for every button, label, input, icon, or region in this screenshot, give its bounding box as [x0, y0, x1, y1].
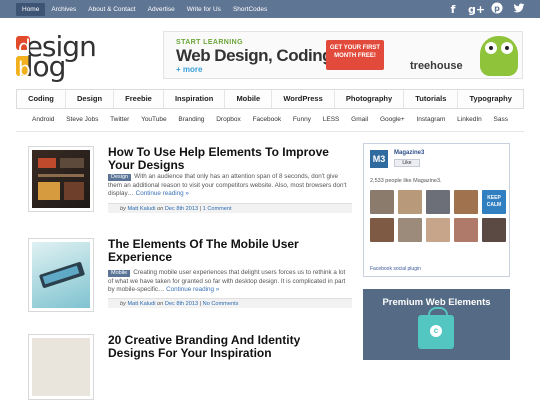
ad-kicker: START LEARNING	[176, 39, 243, 46]
post-thumbnail-image	[32, 338, 90, 396]
fan-avatar[interactable]	[370, 190, 394, 214]
tag-twitter[interactable]: Twitter	[110, 114, 129, 128]
post-thumbnail[interactable]	[28, 238, 94, 312]
tag-menu: Android Steve Jobs Twitter YouTube Brand…	[16, 114, 524, 128]
premium-web-elements-widget[interactable]: Premium Web Elements c	[363, 289, 510, 360]
facebook-like-button[interactable]: Like	[394, 159, 420, 167]
fan-avatar[interactable]	[454, 218, 478, 242]
treehouse-ad-banner[interactable]: START LEARNING Web Design, Coding + more…	[163, 31, 523, 79]
fan-avatar[interactable]	[426, 190, 450, 214]
nav-write-for-us[interactable]: Write for Us	[181, 3, 227, 16]
nav-home[interactable]: Home	[16, 3, 46, 16]
post-author-link[interactable]: Matt Kaludi	[127, 206, 155, 212]
post-title[interactable]: 20 Creative Branding And Identity Design…	[108, 334, 348, 360]
tag-gmail[interactable]: Gmail	[351, 114, 368, 128]
shopping-bag-icon: c	[418, 307, 454, 349]
cat-inspiration[interactable]: Inspiration	[164, 90, 226, 108]
fan-avatar[interactable]	[426, 218, 450, 242]
fan-avatar[interactable]	[398, 190, 422, 214]
cat-coding[interactable]: Coding	[17, 90, 66, 108]
post-title[interactable]: How To Use Help Elements To Improve Your…	[108, 146, 348, 172]
tag-youtube[interactable]: YouTube	[141, 114, 167, 128]
cat-design[interactable]: Design	[66, 90, 115, 108]
svg-text:p: p	[494, 4, 500, 13]
facebook-page-name[interactable]: Magazine3	[394, 150, 424, 156]
post-thumbnail-image	[32, 242, 90, 308]
post-thumbnail[interactable]	[28, 334, 94, 400]
post-item: How To Use Help Elements To Improve Your…	[28, 146, 352, 216]
googleplus-icon[interactable]: g+	[468, 3, 485, 17]
pinterest-icon[interactable]: p	[490, 2, 504, 18]
ad-brand: treehouse	[410, 60, 463, 72]
post-category-badge[interactable]: Mobile	[108, 270, 131, 277]
tag-less[interactable]: LESS	[323, 114, 340, 128]
tag-android[interactable]: Android	[32, 114, 54, 128]
post-date-link[interactable]: Dec 8th 2013	[165, 206, 198, 212]
tag-facebook[interactable]: Facebook	[253, 114, 282, 128]
cat-tutorials[interactable]: Tutorials	[404, 90, 459, 108]
post-item: 20 Creative Branding And Identity Design…	[28, 334, 348, 400]
post-title[interactable]: The Elements Of The Mobile User Experien…	[108, 238, 348, 264]
nav-archives[interactable]: Archives	[45, 3, 82, 16]
top-navigation-bar: Home Archives About & Contact Advertise …	[0, 0, 540, 18]
tag-dropbox[interactable]: Dropbox	[216, 114, 241, 128]
cat-typography[interactable]: Typography	[458, 90, 523, 108]
facebook-social-plugin-label[interactable]: Facebook social plugin	[370, 266, 421, 272]
post-thumbnail[interactable]	[28, 146, 94, 212]
tag-linkedin[interactable]: LinkedIn	[457, 114, 482, 128]
frog-mascot-icon	[480, 36, 518, 76]
logo-line2: blog	[18, 50, 66, 83]
cat-wordpress[interactable]: WordPress	[272, 90, 335, 108]
post-category-badge[interactable]: Design	[108, 174, 132, 181]
nav-advertise[interactable]: Advertise	[142, 3, 181, 16]
post-excerpt: Mobile Creating mobile user experiences t…	[108, 269, 346, 294]
tag-google-plus[interactable]: Google+	[380, 114, 405, 128]
cat-photography[interactable]: Photography	[335, 90, 405, 108]
post-comments-link[interactable]: No Comments	[203, 301, 239, 307]
tag-sass[interactable]: Sass	[494, 114, 508, 128]
continue-reading-link[interactable]: Continue reading »	[166, 286, 219, 293]
top-nav-links: Home Archives About & Contact Advertise …	[16, 3, 273, 16]
facebook-faces-grid: KEEP CALM	[370, 190, 506, 242]
category-menu: Coding Design Freebie Inspiration Mobile…	[16, 89, 524, 109]
post-author-link[interactable]: Matt Kaludi	[127, 301, 155, 307]
ad-sub: + more	[176, 65, 203, 74]
post-comments-link[interactable]: 1 Comment	[203, 206, 232, 212]
facebook-like-count: 2,533 people like Magazine3.	[370, 178, 442, 184]
nav-shortcodes[interactable]: ShortCodes	[227, 3, 273, 16]
post-meta: by Matt Kaludi on Dec 8th 2013 | No Comm…	[108, 298, 352, 308]
fan-avatar[interactable]	[454, 190, 478, 214]
tag-funny[interactable]: Funny	[293, 114, 311, 128]
post-thumbnail-image	[32, 150, 90, 208]
cat-mobile[interactable]: Mobile	[225, 90, 273, 108]
divider	[16, 131, 524, 132]
fan-avatar[interactable]	[370, 218, 394, 242]
ad-headline: Web Design, Coding	[176, 46, 332, 65]
post-item: The Elements Of The Mobile User Experien…	[28, 238, 352, 312]
twitter-icon[interactable]	[512, 3, 526, 18]
tag-branding[interactable]: Branding	[178, 114, 204, 128]
nav-about-contact[interactable]: About & Contact	[82, 3, 141, 16]
facebook-like-box: M3 Magazine3 Like 2,533 people like Maga…	[363, 143, 510, 277]
post-meta: by Matt Kaludi on Dec 8th 2013 | 1 Comme…	[108, 203, 352, 213]
fan-avatar[interactable]	[482, 218, 506, 242]
fan-avatar[interactable]	[398, 218, 422, 242]
tag-instagram[interactable]: Instagram	[416, 114, 445, 128]
ad-cta-button[interactable]: GET YOUR FIRST MONTH FREE!	[326, 40, 384, 70]
social-icons: f g+ p	[446, 2, 526, 18]
post-date-link[interactable]: Dec 8th 2013	[165, 301, 198, 307]
magazine3-logo[interactable]: M3	[370, 150, 388, 168]
post-excerpt: Design With an audience that only has an …	[108, 173, 347, 198]
fan-avatar[interactable]: KEEP CALM	[482, 190, 506, 214]
site-logo[interactable]: design blog	[16, 32, 106, 82]
facebook-icon[interactable]: f	[446, 3, 460, 17]
continue-reading-link[interactable]: Continue reading »	[136, 190, 189, 197]
tag-steve-jobs[interactable]: Steve Jobs	[66, 114, 98, 128]
cat-freebie[interactable]: Freebie	[114, 90, 164, 108]
